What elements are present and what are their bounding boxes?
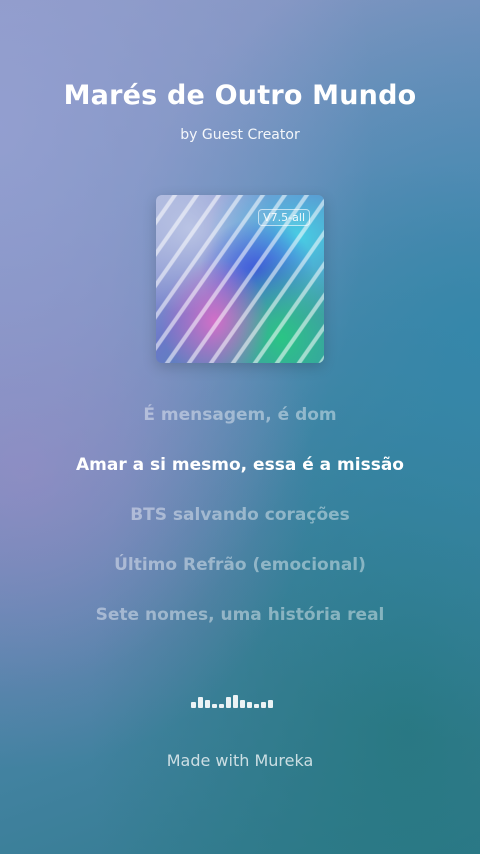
- visualizer-bar: [261, 702, 266, 708]
- audio-visualizer: [191, 694, 291, 708]
- visualizer-bar: [219, 704, 224, 708]
- visualizer-bar: [198, 697, 203, 708]
- lyric-line: BTS salvando corações: [130, 505, 350, 525]
- visualizer-bar: [240, 700, 245, 708]
- visualizer-bar: [233, 695, 238, 708]
- visualizer-bar: [247, 702, 252, 708]
- version-badge: V7.5-all: [258, 209, 310, 226]
- lyric-line: Último Refrão (emocional): [114, 555, 366, 575]
- artist-line: by Guest Creator: [180, 127, 300, 143]
- album-cover: V7.5-all: [156, 195, 324, 363]
- visualizer-bar: [254, 704, 259, 708]
- visualizer-bar: [205, 700, 210, 708]
- visualizer-bar: [212, 704, 217, 708]
- song-title: Marés de Outro Mundo: [63, 80, 417, 111]
- lyric-line-active: Amar a si mesmo, essa é a missão: [76, 455, 404, 475]
- lyric-line: É mensagem, é dom: [143, 405, 337, 425]
- lyric-line: Sete nomes, uma história real: [95, 605, 385, 625]
- made-with-label: Made with Mureka: [166, 751, 314, 770]
- visualizer-bar: [268, 700, 273, 708]
- visualizer-bar: [191, 702, 196, 708]
- lyrics-list: É mensagem, é dom Amar a si mesmo, essa …: [0, 400, 480, 650]
- visualizer-bar: [226, 697, 231, 708]
